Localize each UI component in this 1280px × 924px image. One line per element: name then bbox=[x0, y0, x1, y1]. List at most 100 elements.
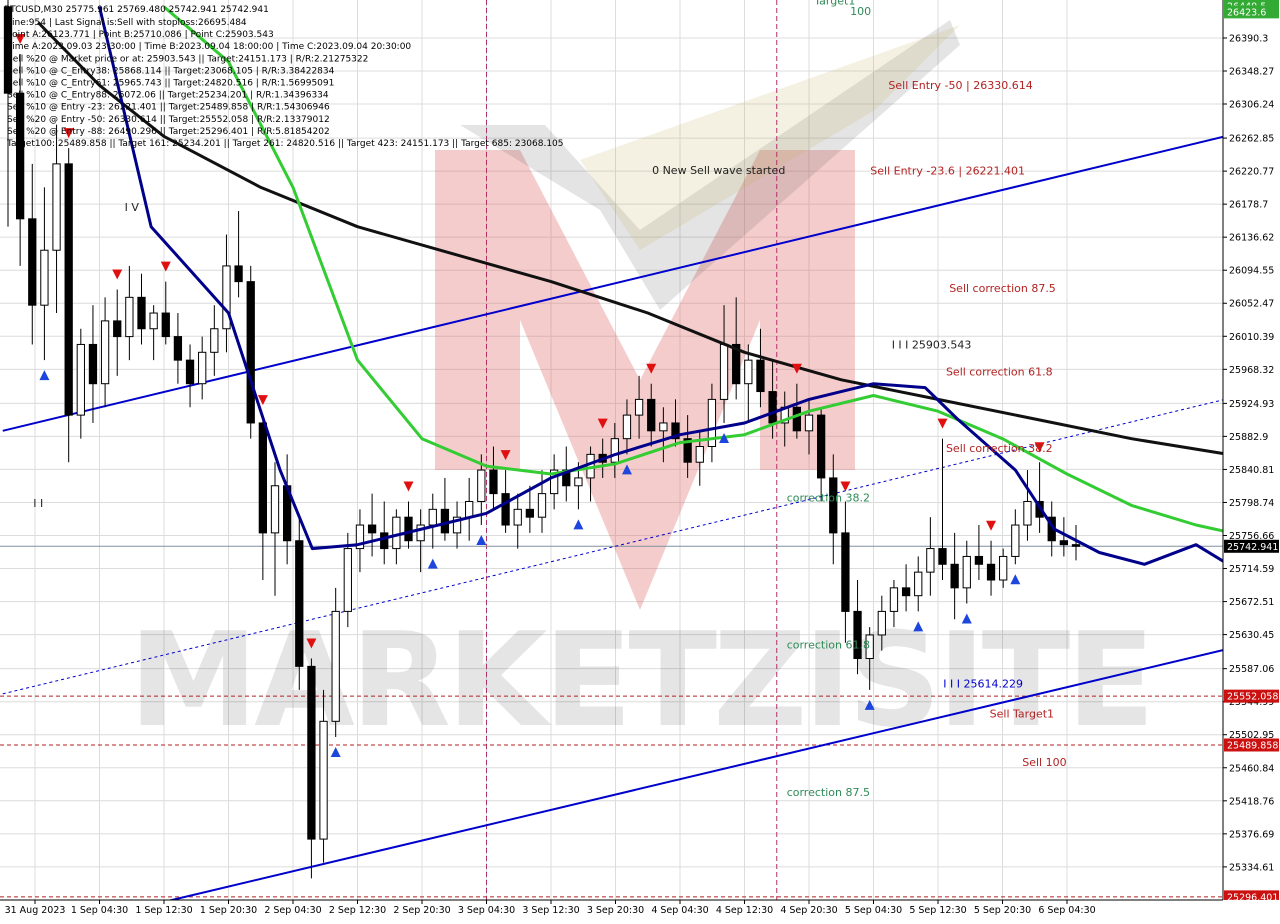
info-line: Line:954 | Last Signal is:Sell with stop… bbox=[7, 18, 247, 28]
candle-body bbox=[648, 399, 655, 430]
time-tick-label: 2 Sep 20:30 bbox=[393, 905, 450, 916]
symbol-line: BTCUSD,M30 25775.961 25769.480 25742.941… bbox=[4, 5, 269, 15]
candle-body bbox=[150, 313, 157, 329]
candle-body bbox=[368, 525, 375, 533]
candle-body bbox=[623, 415, 630, 439]
chart-annotation: Sell Entry -23.6 | 26221.401 bbox=[870, 165, 1025, 178]
candle-body bbox=[975, 556, 982, 564]
time-tick-label: 1 Sep 12:30 bbox=[135, 905, 192, 916]
price-tag-label: 25552.058 bbox=[1227, 692, 1278, 703]
candle-body bbox=[526, 509, 533, 517]
candle-body bbox=[138, 297, 145, 328]
info-line: Sell %20 @ Entry -50: 26330.614 || Targe… bbox=[7, 115, 330, 125]
candle-body bbox=[660, 423, 667, 431]
candle-body bbox=[502, 494, 509, 525]
candle-body bbox=[611, 439, 618, 463]
chart-annotation: I I bbox=[33, 497, 43, 510]
chart-annotation: I V bbox=[125, 201, 140, 214]
candle-body bbox=[199, 352, 206, 383]
candle-body bbox=[332, 611, 339, 721]
candle-body bbox=[114, 321, 121, 337]
candle-body bbox=[41, 250, 48, 305]
price-tick-label: 26136.62 bbox=[1229, 233, 1274, 244]
candle-body bbox=[854, 611, 861, 658]
price-tick-label: 25418.76 bbox=[1229, 796, 1274, 807]
info-line: Sell %10 @ C_Entry88: 26072.06 || Target… bbox=[7, 91, 329, 101]
candle-body bbox=[271, 486, 278, 533]
candle-body bbox=[951, 564, 958, 588]
chart-root: MARKETZISITE Target1100Sell Entry -50 | … bbox=[0, 0, 1280, 920]
chart-annotation: Sell correction 87.5 bbox=[949, 282, 1056, 295]
price-tick-label: 26094.55 bbox=[1229, 266, 1274, 277]
info-line: Sell %20 @ Entry -88: 26490.296 || Targe… bbox=[7, 127, 330, 137]
price-tick-label: 26390.3 bbox=[1229, 34, 1268, 45]
price-tick-label: 25672.51 bbox=[1229, 597, 1274, 608]
chart-annotation: correction 38.2 bbox=[787, 492, 870, 505]
price-tick-label: 25968.32 bbox=[1229, 365, 1274, 376]
time-tick-label: 3 Sep 12:30 bbox=[522, 905, 579, 916]
candle-body bbox=[490, 470, 497, 494]
candle-body bbox=[247, 282, 254, 423]
candle-body bbox=[1060, 541, 1067, 545]
candle-body bbox=[162, 313, 169, 337]
price-tick-label: 25630.45 bbox=[1229, 630, 1274, 641]
price-tick-label: 25840.81 bbox=[1229, 465, 1274, 476]
chart-annotation: correction 87.5 bbox=[787, 786, 870, 799]
candle-body bbox=[538, 494, 545, 518]
candle-body bbox=[259, 423, 266, 533]
candle-body bbox=[963, 556, 970, 587]
candle-body bbox=[1012, 525, 1019, 556]
candle-body bbox=[842, 533, 849, 612]
time-tick-label: 5 Sep 12:30 bbox=[909, 905, 966, 916]
candle-body bbox=[805, 415, 812, 431]
time-tick-label: 4 Sep 04:30 bbox=[651, 905, 708, 916]
price-axis[interactable]: 26390.326348.2726306.2426262.8526220.772… bbox=[1223, 0, 1280, 920]
time-axis[interactable]: 31 Aug 20231 Sep 04:301 Sep 12:301 Sep 2… bbox=[0, 900, 1280, 920]
time-tick-label: 6 Sep 04:30 bbox=[1038, 905, 1095, 916]
price-tick-label: 26220.77 bbox=[1229, 167, 1274, 178]
price-tick-label: 26052.47 bbox=[1229, 299, 1274, 310]
price-tick-label: 26010.39 bbox=[1229, 332, 1274, 343]
candle-body bbox=[478, 470, 485, 501]
info-line: Sell %10 @ C_Entry38: 25868.114 || Targe… bbox=[7, 66, 335, 76]
candle-body bbox=[927, 549, 934, 573]
candle-body bbox=[1072, 545, 1079, 547]
info-line: Sell %20 @ Market price or at: 25903.543… bbox=[7, 54, 368, 64]
candle-body bbox=[793, 407, 800, 431]
time-tick-label: 31 Aug 2023 bbox=[5, 905, 66, 916]
candle-body bbox=[211, 329, 218, 353]
candle-body bbox=[29, 219, 36, 305]
time-tick-label: 2 Sep 04:30 bbox=[264, 905, 321, 916]
info-line: Target100: 25489.858 || Target 161: 2523… bbox=[6, 139, 564, 149]
candle-body bbox=[915, 572, 922, 596]
candle-body bbox=[817, 415, 824, 478]
candle-body bbox=[987, 564, 994, 580]
chart-annotation: I I I 25903.543 bbox=[892, 338, 972, 351]
candle-body bbox=[1024, 501, 1031, 525]
candle-body bbox=[830, 478, 837, 533]
price-tick-label: 25798.74 bbox=[1229, 498, 1274, 509]
price-tick-label: 26348.27 bbox=[1229, 67, 1274, 78]
price-tick-label: 25334.61 bbox=[1229, 862, 1274, 873]
trading-chart[interactable]: MARKETZISITE Target1100Sell Entry -50 | … bbox=[0, 0, 1280, 920]
candle-body bbox=[429, 509, 436, 525]
time-tick-label: 4 Sep 20:30 bbox=[780, 905, 837, 916]
candle-body bbox=[514, 509, 521, 525]
candle-body bbox=[174, 337, 181, 361]
candle-body bbox=[902, 588, 909, 596]
candle-body bbox=[126, 297, 133, 336]
price-tick-label: 26306.24 bbox=[1229, 100, 1274, 111]
candle-body bbox=[878, 611, 885, 635]
candle-body bbox=[101, 321, 108, 384]
candle-body bbox=[441, 509, 448, 533]
info-line: Point A:26123.771 | Point B:25710.086 | … bbox=[7, 30, 274, 40]
candle-body bbox=[186, 360, 193, 384]
candle-body bbox=[466, 501, 473, 517]
chart-annotation: correction 61.8 bbox=[787, 638, 870, 651]
time-tick-label: 2 Sep 12:30 bbox=[329, 905, 386, 916]
candle-body bbox=[235, 266, 242, 282]
candle-body bbox=[575, 478, 582, 486]
time-tick-label: 1 Sep 04:30 bbox=[71, 905, 128, 916]
info-line: Sell %10 @ Entry -23: 26221.401 || Targe… bbox=[7, 103, 330, 113]
candle-body bbox=[890, 588, 897, 612]
